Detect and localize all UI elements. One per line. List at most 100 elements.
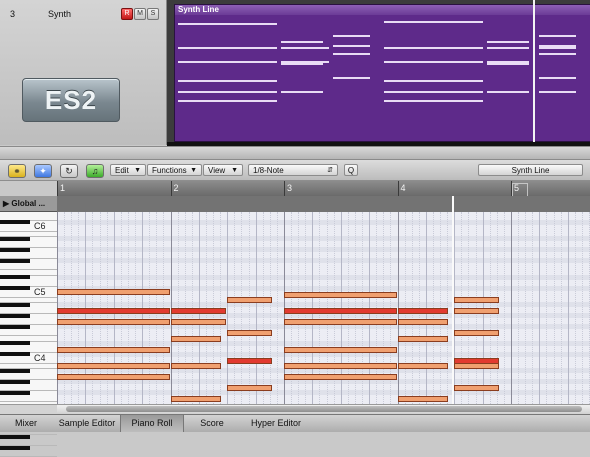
midi-note[interactable] — [454, 297, 499, 303]
black-key[interactable] — [0, 275, 30, 279]
pane-divider[interactable] — [0, 146, 590, 160]
black-key[interactable] — [0, 247, 30, 252]
region-note-dash — [384, 61, 483, 63]
black-key[interactable] — [0, 324, 30, 329]
midi-note[interactable] — [454, 308, 499, 314]
black-key[interactable] — [0, 286, 30, 290]
record-enable-button[interactable]: R — [121, 8, 133, 20]
midi-note[interactable] — [284, 363, 397, 369]
solo-button[interactable]: S — [147, 8, 159, 20]
midi-note[interactable] — [57, 374, 170, 380]
loop-icon[interactable]: ↻ — [60, 164, 78, 178]
midi-in-icon[interactable]: ♫ — [86, 164, 104, 178]
region-end-marker[interactable] — [512, 183, 528, 197]
midi-note[interactable] — [170, 335, 221, 342]
black-key[interactable] — [0, 220, 30, 224]
white-key-divider — [0, 401, 57, 402]
black-key[interactable] — [0, 434, 30, 439]
midi-note[interactable] — [284, 319, 397, 325]
bar-ruler[interactable]: 12345 — [57, 181, 590, 197]
midi-note-selected[interactable] — [397, 308, 448, 314]
black-key[interactable] — [0, 341, 30, 345]
midi-note[interactable] — [57, 319, 170, 325]
midi-note[interactable] — [397, 319, 448, 325]
black-key[interactable] — [0, 302, 30, 307]
global-tracks-lane — [57, 196, 590, 213]
stepper-icon: ⇵ — [327, 167, 333, 174]
tab-hyper-editor[interactable]: Hyper Editor — [242, 415, 310, 432]
midi-note[interactable] — [57, 346, 170, 353]
midi-note-selected[interactable] — [227, 357, 272, 364]
midi-note[interactable] — [57, 288, 170, 295]
region-note-dash — [538, 53, 576, 55]
functions-menu[interactable]: Functions ▼ — [147, 164, 202, 176]
midi-note[interactable] — [284, 346, 397, 353]
edit-menu[interactable]: Edit ▼ — [110, 164, 146, 176]
octave-label: C4 — [34, 353, 46, 363]
black-key[interactable] — [0, 379, 30, 384]
black-key[interactable] — [0, 352, 30, 356]
midi-note[interactable] — [454, 385, 499, 391]
piano-roll-playhead[interactable] — [452, 196, 454, 404]
link-icon[interactable]: ⚭ — [8, 164, 26, 178]
scrollbar-thumb[interactable] — [66, 406, 582, 412]
mute-button[interactable]: M — [134, 8, 146, 20]
black-key[interactable] — [0, 390, 30, 395]
midi-note[interactable] — [397, 335, 448, 342]
midi-note[interactable] — [227, 385, 272, 391]
bar-line — [511, 212, 512, 404]
beat-line — [276, 212, 279, 404]
region-name-field[interactable]: Synth Line — [478, 164, 583, 176]
global-tracks-toggle[interactable]: ▶ Global ... — [0, 196, 57, 212]
midi-note-selected[interactable] — [170, 308, 227, 314]
functions-menu-label: Functions — [152, 166, 187, 175]
midi-region[interactable]: Synth Line — [174, 4, 590, 142]
black-key[interactable] — [0, 368, 30, 373]
view-menu[interactable]: View ▼ — [203, 164, 243, 176]
beat-line — [532, 212, 534, 404]
midi-note[interactable] — [454, 330, 499, 336]
track-name[interactable]: Synth — [48, 9, 71, 19]
region-title: Synth Line — [175, 5, 590, 15]
midi-note[interactable] — [454, 363, 499, 369]
catch-icon[interactable]: ✦ — [34, 164, 52, 178]
tab-sample-editor[interactable]: Sample Editor — [52, 415, 122, 432]
midi-note[interactable] — [397, 396, 448, 402]
track-header[interactable]: 3 Synth R M S ES2 — [0, 0, 167, 145]
black-key[interactable] — [0, 258, 30, 263]
beat-line — [581, 212, 584, 404]
region-note-dash — [281, 63, 324, 65]
black-key[interactable] — [0, 236, 30, 241]
midi-note[interactable] — [170, 319, 227, 325]
piano-keyboard[interactable]: C6C5C4C3 — [0, 212, 58, 457]
midi-note[interactable] — [170, 363, 221, 369]
tab-mixer[interactable]: Mixer — [0, 415, 52, 432]
instrument-icon[interactable]: ES2 — [22, 78, 120, 122]
white-key-divider — [0, 230, 57, 232]
editor-tabs: Mixer Sample Editor Piano Roll Score Hyper E… — [0, 414, 590, 432]
midi-note[interactable] — [397, 363, 448, 369]
tab-piano-roll[interactable]: Piano Roll — [120, 415, 184, 432]
midi-note[interactable] — [170, 396, 221, 402]
track-row[interactable]: 3 Synth R M S — [0, 4, 166, 24]
midi-note[interactable] — [57, 363, 170, 369]
octave-label: C5 — [34, 287, 46, 297]
midi-note[interactable] — [227, 297, 272, 303]
note-grid[interactable] — [57, 212, 590, 404]
quantize-button[interactable]: Q — [344, 164, 358, 176]
arrange-playhead[interactable] — [533, 0, 535, 142]
octave-label: C6 — [34, 221, 46, 231]
region-note-dash — [538, 35, 576, 37]
midi-note[interactable] — [284, 291, 397, 298]
midi-note-selected[interactable] — [284, 308, 397, 314]
quantize-select[interactable]: 1/8-Note ⇵ — [248, 164, 338, 176]
black-key[interactable] — [0, 445, 30, 450]
beat-line — [539, 212, 541, 404]
region-note-dash — [178, 91, 277, 93]
bar-tick — [170, 181, 172, 196]
midi-note[interactable] — [227, 330, 272, 336]
midi-note[interactable] — [284, 374, 397, 380]
tab-score[interactable]: Score — [182, 415, 242, 432]
black-key[interactable] — [0, 313, 30, 318]
midi-note-selected[interactable] — [57, 308, 170, 314]
